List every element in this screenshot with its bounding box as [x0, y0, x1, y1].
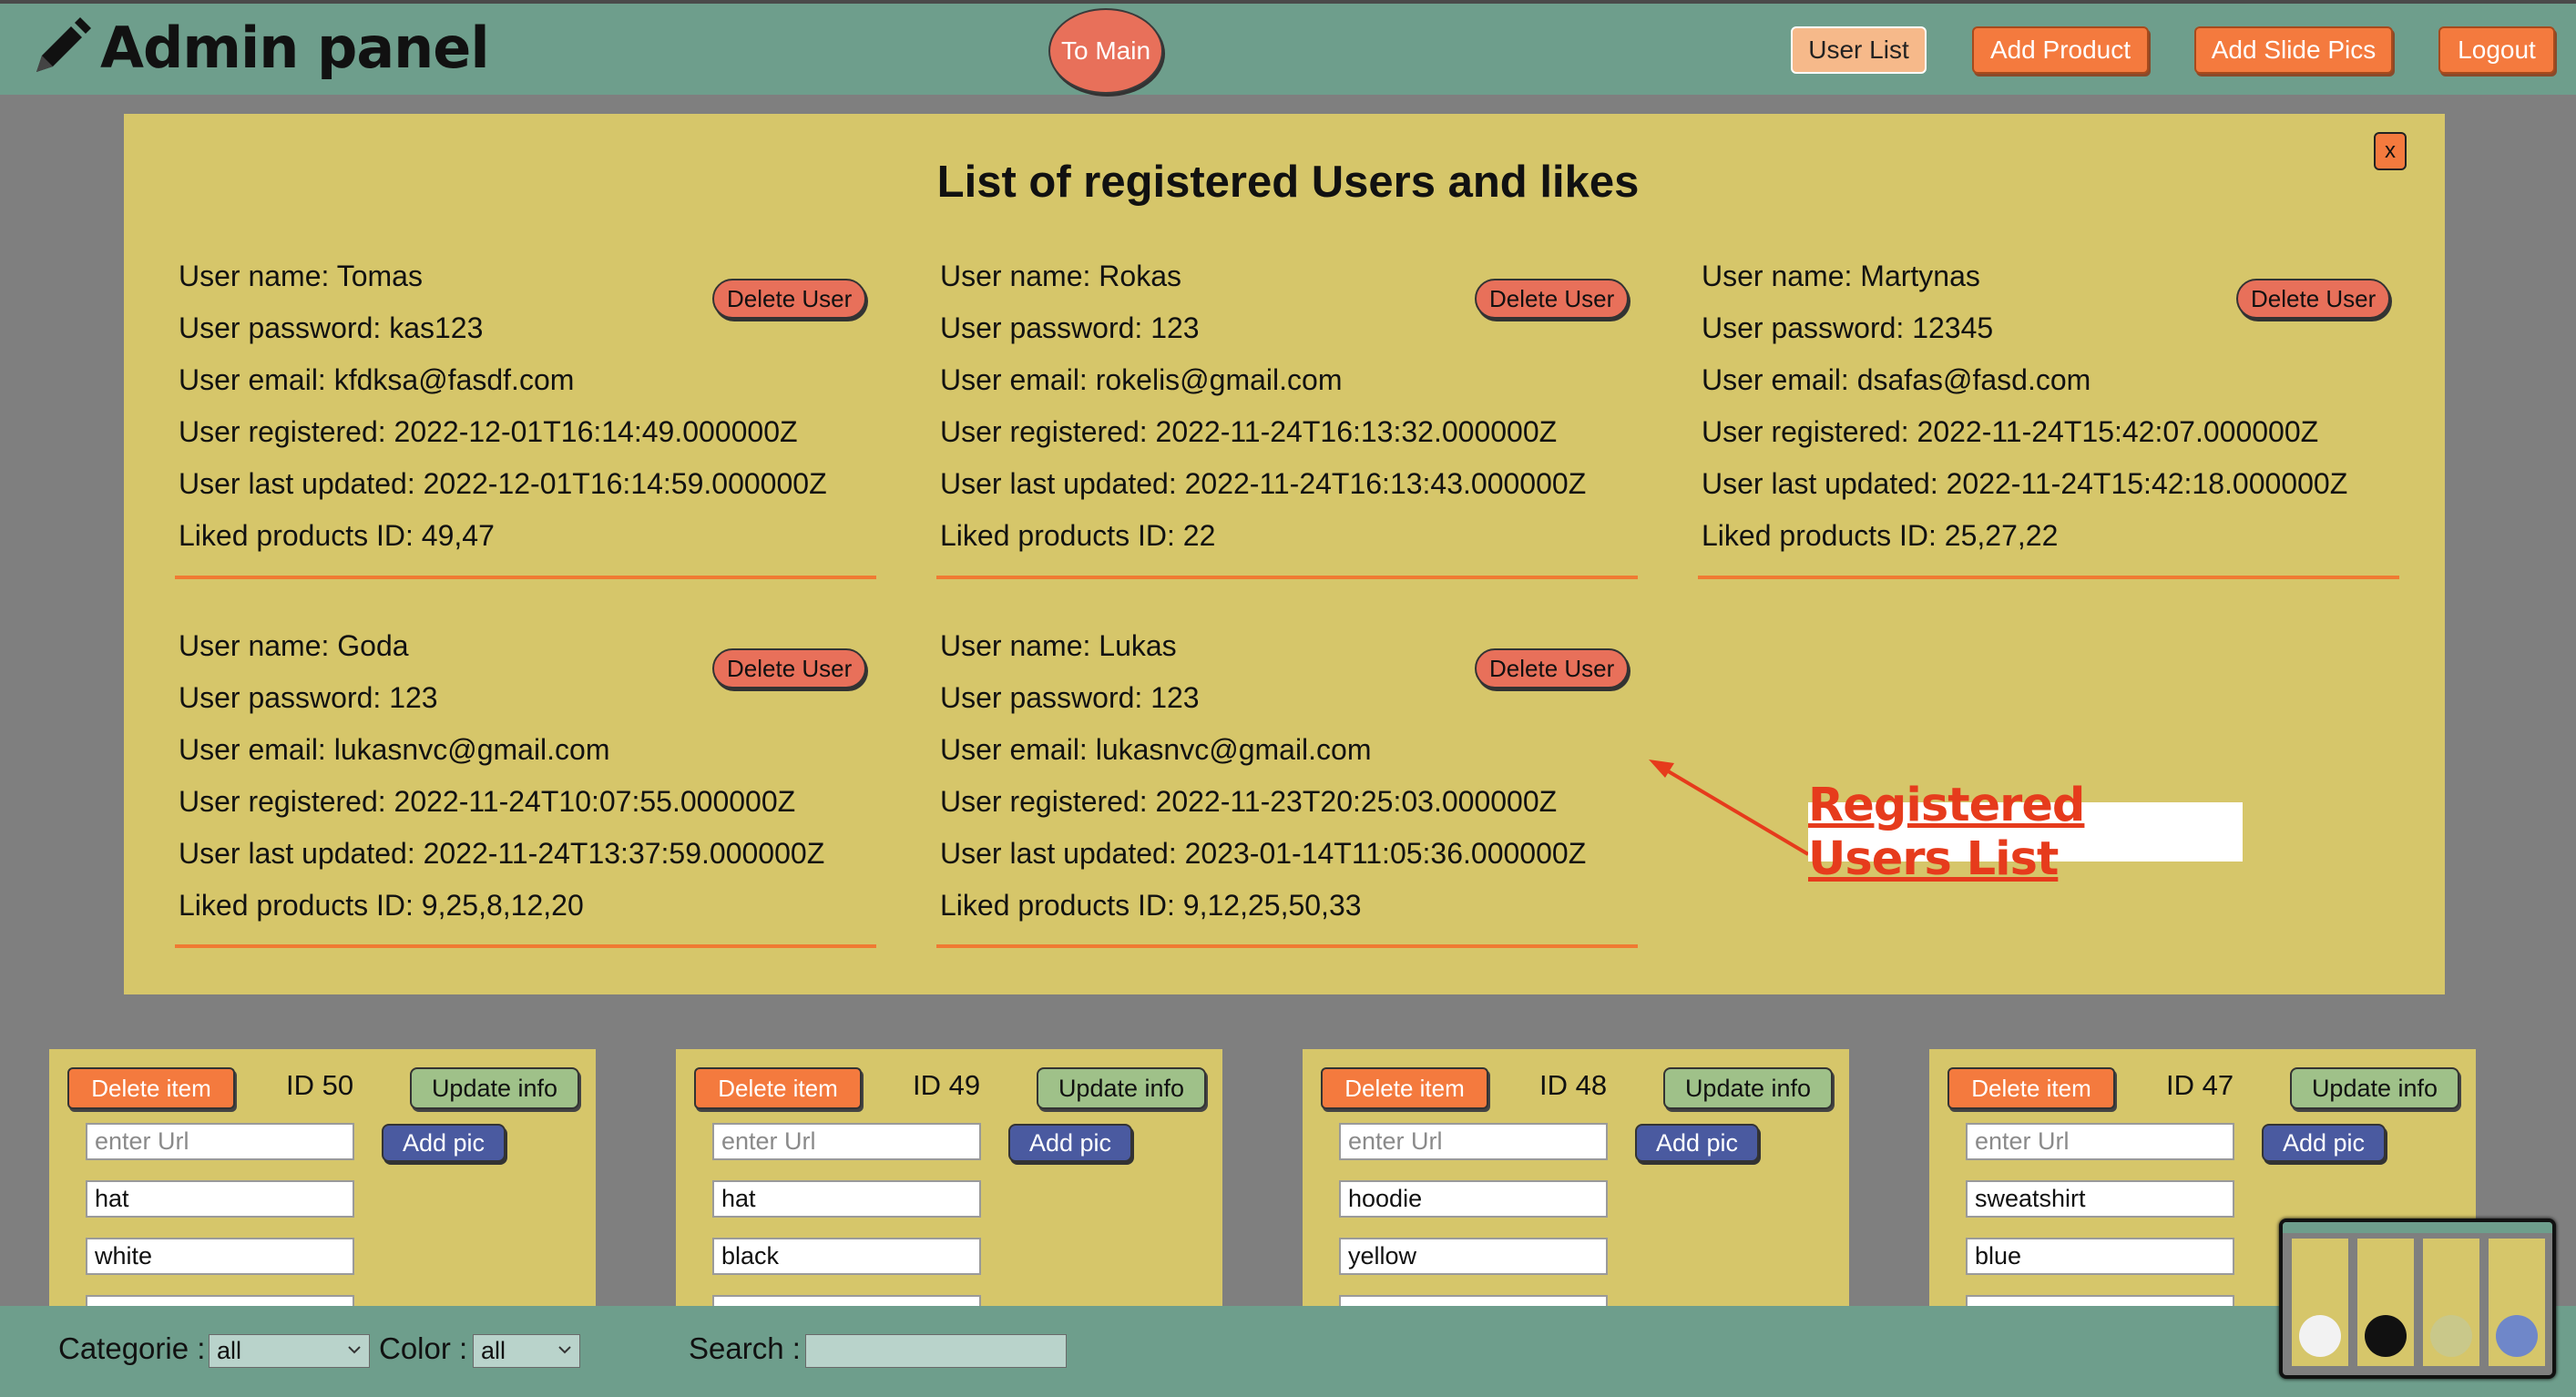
delete-user-button[interactable]: Delete User — [712, 648, 867, 688]
product-name-input[interactable]: hat — [712, 1180, 981, 1218]
page-minimap[interactable] — [2279, 1219, 2556, 1379]
user-email: User email: dsafas@fasd.com — [1702, 363, 2091, 396]
delete-item-button[interactable]: Delete item — [694, 1067, 862, 1109]
add-product-button[interactable]: Add Product — [1972, 26, 2149, 74]
product-color-input[interactable]: white — [86, 1238, 354, 1275]
product-color-input[interactable]: yellow — [1339, 1238, 1608, 1275]
user-last-updated: User last updated: 2022-11-24T13:37:59.0… — [179, 837, 825, 870]
minimap-white-hat — [2299, 1315, 2341, 1357]
search-label: Search : — [689, 1331, 801, 1365]
delete-item-button[interactable]: Delete item — [1947, 1067, 2115, 1109]
user-list-button[interactable]: User List — [1791, 26, 1927, 74]
category-select[interactable]: all — [209, 1334, 370, 1368]
product-name-input[interactable]: sweatshirt — [1966, 1180, 2234, 1218]
user-divider — [1698, 576, 2399, 579]
product-id: ID 48 — [1539, 1069, 1608, 1101]
user-divider — [175, 576, 876, 579]
user-divider — [936, 576, 1638, 579]
user-last-updated: User last updated: 2022-11-24T15:42:18.0… — [1702, 467, 2348, 500]
brand: Admin panel — [29, 13, 490, 82]
add-pic-button[interactable]: Add pic — [382, 1124, 506, 1162]
user-registered: User registered: 2022-11-23T20:25:03.000… — [940, 785, 1558, 818]
delete-user-button[interactable]: Delete User — [2236, 279, 2391, 319]
category-select-value: all — [217, 1337, 242, 1364]
user-email: User email: lukasnvc@gmail.com — [179, 733, 610, 766]
color-label: Color : — [379, 1331, 468, 1365]
update-info-button[interactable]: Update info — [2290, 1067, 2459, 1109]
add-pic-button[interactable]: Add pic — [1008, 1124, 1132, 1162]
chevron-down-icon — [558, 1346, 571, 1354]
add-pic-button[interactable]: Add pic — [1635, 1124, 1759, 1162]
product-card: Delete item ID 50 Update info enter Url … — [49, 1049, 596, 1332]
user-liked-products: Liked products ID: 49,47 — [179, 519, 495, 552]
user-email: User email: lukasnvc@gmail.com — [940, 733, 1372, 766]
search-input[interactable] — [805, 1334, 1067, 1368]
user-last-updated: User last updated: 2023-01-14T11:05:36.0… — [940, 837, 1587, 870]
product-id: ID 49 — [913, 1069, 981, 1101]
add-pic-button[interactable]: Add pic — [2262, 1124, 2386, 1162]
logout-button[interactable]: Logout — [2438, 26, 2555, 74]
update-info-button[interactable]: Update info — [1663, 1067, 1833, 1109]
minimap-card — [2292, 1239, 2348, 1366]
minimap-blue-sweatshirt — [2496, 1315, 2538, 1357]
minimap-card — [2489, 1239, 2545, 1366]
minimap-black-hat — [2365, 1315, 2407, 1357]
user-last-updated: User last updated: 2022-11-24T16:13:43.0… — [940, 467, 1587, 500]
app-title: Admin panel — [100, 14, 490, 81]
product-color-input[interactable]: blue — [1966, 1238, 2234, 1275]
pencil-icon — [36, 17, 91, 72]
minimap-card — [2423, 1239, 2479, 1366]
user-email: User email: rokelis@gmail.com — [940, 363, 1343, 396]
user-liked-products: Liked products ID: 9,12,25,50,33 — [940, 889, 1362, 922]
minimap-yellow-hoodie — [2430, 1315, 2472, 1357]
image-url-input[interactable]: enter Url — [86, 1123, 354, 1160]
user-divider — [175, 944, 876, 948]
user-liked-products: Liked products ID: 9,25,8,12,20 — [179, 889, 584, 922]
user-registered: User registered: 2022-11-24T16:13:32.000… — [940, 415, 1558, 448]
user-email: User email: kfdksa@fasdf.com — [179, 363, 575, 396]
product-name-input[interactable]: hoodie — [1339, 1180, 1608, 1218]
add-slide-pics-button[interactable]: Add Slide Pics — [2194, 26, 2393, 74]
annotation-arrow — [1649, 760, 1810, 856]
product-id: ID 47 — [2166, 1069, 2234, 1101]
modal-title: List of registered Users and likes — [936, 158, 1640, 207]
delete-item-button[interactable]: Delete item — [67, 1067, 235, 1109]
product-color-input[interactable]: black — [712, 1238, 981, 1275]
delete-user-button[interactable]: Delete User — [1475, 279, 1630, 319]
image-url-input[interactable]: enter Url — [1339, 1123, 1608, 1160]
user-registered: User registered: 2022-11-24T15:42:07.000… — [1702, 415, 2319, 448]
product-card: Delete item ID 48 Update info enter Url … — [1303, 1049, 1849, 1332]
color-select-value: all — [481, 1337, 506, 1364]
user-registered: User registered: 2022-12-01T16:14:49.000… — [179, 415, 798, 448]
chevron-down-icon — [348, 1346, 361, 1354]
annotation-label: Registered Users List — [1808, 779, 2243, 886]
category-label: Categorie : — [58, 1331, 206, 1365]
image-url-input[interactable]: enter Url — [712, 1123, 981, 1160]
minimap-header — [2283, 1222, 2552, 1233]
update-info-button[interactable]: Update info — [410, 1067, 579, 1109]
user-last-updated: User last updated: 2022-12-01T16:14:59.0… — [179, 467, 827, 500]
color-select[interactable]: all — [473, 1334, 580, 1368]
product-name-input[interactable]: hat — [86, 1180, 354, 1218]
delete-user-button[interactable]: Delete User — [1475, 648, 1630, 688]
user-liked-products: Liked products ID: 25,27,22 — [1702, 519, 2059, 552]
to-main-button[interactable]: To Main — [1048, 8, 1163, 94]
user-divider — [936, 944, 1638, 948]
product-card: Delete item ID 49 Update info enter Url … — [676, 1049, 1222, 1332]
minimap-card — [2357, 1239, 2414, 1366]
update-info-button[interactable]: Update info — [1037, 1067, 1206, 1109]
user-registered: User registered: 2022-11-24T10:07:55.000… — [179, 785, 796, 818]
product-id: ID 50 — [286, 1069, 354, 1101]
delete-user-button[interactable]: Delete User — [712, 279, 867, 319]
user-liked-products: Liked products ID: 22 — [940, 519, 1216, 552]
image-url-input[interactable]: enter Url — [1966, 1123, 2234, 1160]
delete-item-button[interactable]: Delete item — [1321, 1067, 1488, 1109]
